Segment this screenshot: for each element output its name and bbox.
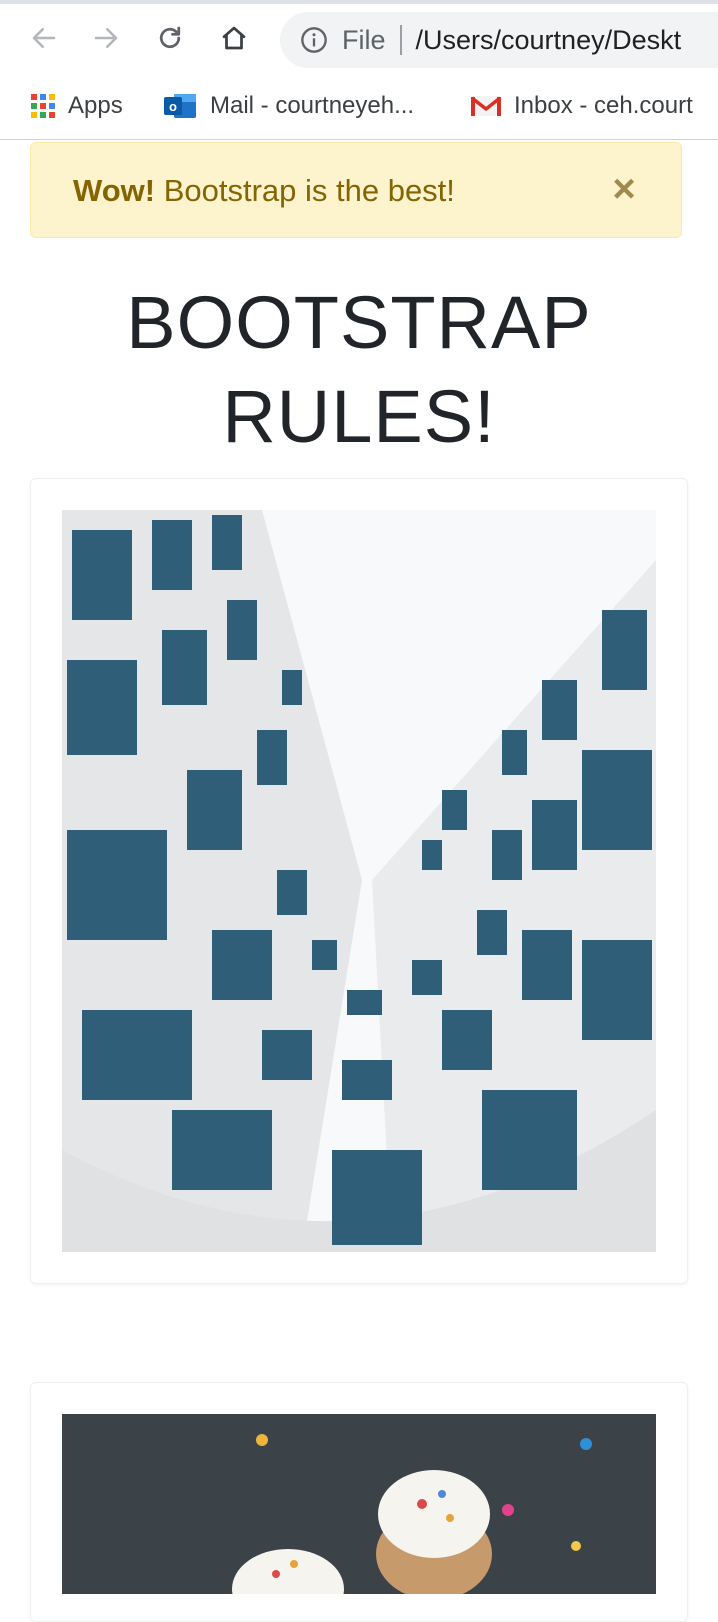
bookmark-label: Mail - courtneyeh... bbox=[210, 92, 415, 119]
bookmarks-bar: Apps o Mail - courtneyeh... Inbox - ceh.… bbox=[0, 76, 718, 140]
image-card bbox=[30, 1382, 688, 1622]
address-bar[interactable]: File /Users/courtney/Deskt bbox=[280, 12, 718, 68]
gmail-icon bbox=[470, 96, 502, 116]
forward-button[interactable] bbox=[86, 18, 126, 58]
bookmark-label: Inbox - ceh.court bbox=[514, 92, 693, 119]
alert-text: Wow! Bootstrap is the best! bbox=[73, 173, 455, 209]
info-icon[interactable] bbox=[300, 26, 328, 54]
alert-message: Bootstrap is the best! bbox=[155, 173, 455, 208]
browser-toolbar: File /Users/courtney/Deskt bbox=[0, 4, 718, 76]
back-arrow-icon bbox=[32, 28, 56, 48]
home-icon bbox=[222, 26, 246, 50]
reload-button[interactable] bbox=[150, 18, 190, 58]
page-title: BOOTSTRAP RULES! bbox=[0, 276, 718, 464]
page-title-line1: BOOTSTRAP bbox=[126, 281, 592, 364]
outlook-icon: o bbox=[164, 94, 196, 118]
home-button[interactable] bbox=[214, 18, 254, 58]
bookmark-apps[interactable]: Apps bbox=[30, 88, 123, 124]
reload-icon bbox=[159, 26, 181, 49]
omnibox-divider bbox=[399, 25, 402, 55]
apps-grid-icon bbox=[31, 94, 55, 118]
building-windows-upward-photo bbox=[62, 510, 656, 1252]
forward-arrow-icon bbox=[94, 28, 118, 48]
back-button[interactable] bbox=[24, 18, 64, 58]
bookmark-mail[interactable]: o Mail - courtneyeh... bbox=[164, 88, 414, 124]
bookmark-label: Apps bbox=[68, 92, 123, 119]
svg-text:o: o bbox=[169, 99, 177, 114]
url-text[interactable]: /Users/courtney/Deskt bbox=[416, 25, 682, 56]
alert-warning: Wow! Bootstrap is the best! × bbox=[30, 142, 682, 238]
bookmark-inbox[interactable]: Inbox - ceh.court bbox=[470, 88, 693, 124]
alert-strong: Wow! bbox=[73, 173, 156, 208]
close-button[interactable]: × bbox=[609, 169, 639, 209]
cupcakes-photo bbox=[62, 1414, 656, 1594]
url-scheme-label: File bbox=[342, 24, 386, 55]
page-title-line2: RULES! bbox=[222, 375, 496, 458]
image-card bbox=[30, 478, 688, 1284]
